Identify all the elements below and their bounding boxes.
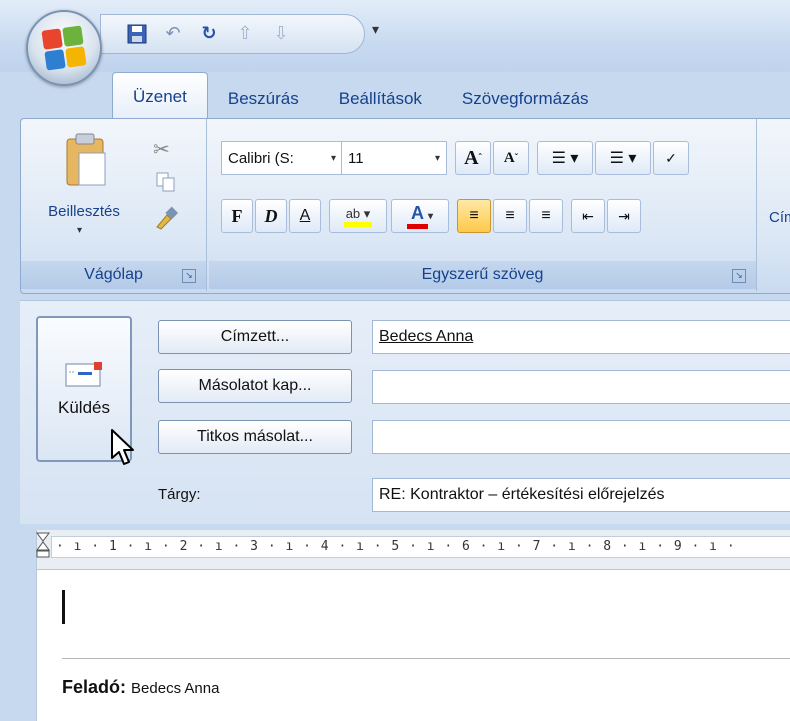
to-button[interactable]: Címzett... (158, 320, 352, 354)
font-color-icon: A (406, 203, 428, 229)
envelope-icon (65, 362, 102, 387)
basic-text-launcher-icon[interactable]: ↘ (732, 269, 746, 283)
subject-label: Tárgy: (158, 486, 201, 503)
undo-icon[interactable]: ↶ (161, 22, 185, 46)
bcc-button[interactable]: Titkos másolat... (158, 420, 352, 454)
message-body[interactable] (36, 570, 790, 721)
cc-button[interactable]: Másolatot kap... (158, 369, 352, 403)
tab-stop-icon[interactable] (36, 532, 50, 560)
bold-button[interactable]: F (221, 199, 253, 233)
underline-button[interactable]: A (289, 199, 321, 233)
quick-access-toolbar: ↶ ↻ ⇧ ⇩ (100, 14, 365, 54)
italic-button[interactable]: D (255, 199, 287, 233)
clipboard-icon[interactable] (61, 131, 111, 189)
scissors-icon[interactable]: ✂ (153, 137, 170, 161)
ruler[interactable]: · ı · 1 · ı · 2 · ı · 3 · ı · 4 · ı · 5 … (36, 530, 790, 570)
numbering-button[interactable]: ☰ ▾ (595, 141, 651, 175)
ruler-ticks: · ı · 1 · ı · 2 · ı · 3 · ı · 4 · ı · 5 … (56, 539, 736, 554)
align-left-button[interactable]: ≡ (457, 199, 491, 233)
bullets-icon: ☰ ▾ (551, 150, 579, 167)
increase-indent-button[interactable]: ⇥ (607, 199, 641, 233)
highlighter-icon: ab ▾ (343, 206, 373, 227)
basic-text-group: Calibri (S: ▾ 11 ▾ Aˆ Aˇ ☰ ▾ ☰ ▾ ✓ F D A… (209, 119, 757, 291)
paste-label[interactable]: Beillesztés (21, 203, 147, 220)
grow-font-button[interactable]: Aˆ (455, 141, 491, 175)
subject-field[interactable]: RE: Kontraktor – értékesítési előrejelzé… (372, 478, 790, 512)
office-button[interactable] (26, 10, 102, 86)
decrease-indent-button[interactable]: ⇤ (571, 199, 605, 233)
send-label: Küldés (58, 398, 110, 417)
to-field[interactable]: Bedecs Anna (372, 320, 790, 354)
clipboard-group-label: Vágólap (21, 261, 206, 289)
tab-szovegformazas[interactable]: Szövegformázás (442, 78, 609, 120)
align-left-icon: ≡ (469, 207, 479, 224)
format-painter-icon[interactable] (153, 205, 179, 231)
cc-field[interactable] (372, 370, 790, 404)
bcc-field[interactable] (372, 420, 790, 454)
tab-uzenet[interactable]: Üzenet (112, 72, 208, 120)
spelling-button[interactable]: ✓ (653, 141, 689, 175)
down-arrow-icon[interactable]: ⇩ (269, 22, 293, 46)
ribbon-tabs: Üzenet Beszúrás Beállítások Szövegformáz… (112, 72, 609, 120)
clipboard-launcher-icon[interactable]: ↘ (182, 269, 196, 283)
qat-customize-icon[interactable]: ▾ (372, 22, 379, 38)
decrease-indent-icon: ⇤ (582, 207, 594, 224)
tab-beallitasok[interactable]: Beállítások (319, 78, 442, 120)
font-color-button[interactable]: A ▾ (391, 199, 449, 233)
up-arrow-icon[interactable]: ⇧ (233, 22, 257, 46)
copy-icon[interactable] (155, 171, 177, 193)
font-size-value: 11 (348, 149, 364, 167)
clipboard-group: Beillesztés ▾ ✂ Vágólap ↘ (21, 119, 207, 291)
font-name-value: Calibri (S: (228, 149, 294, 167)
numbering-icon: ☰ ▾ (609, 150, 637, 167)
from-label: Feladó: (62, 677, 127, 697)
tab-beszuras[interactable]: Beszúrás (208, 78, 319, 120)
ribbon: Beillesztés ▾ ✂ Vágólap ↘ Calibri (S: ▾ … (20, 118, 790, 294)
highlight-button[interactable]: ab ▾ (329, 199, 387, 233)
chevron-down-icon: ▾ (330, 152, 336, 164)
redo-icon[interactable]: ↻ (197, 22, 221, 46)
chevron-down-icon: ▾ (434, 152, 440, 164)
save-icon[interactable] (125, 22, 149, 46)
spelling-icon: ✓ (665, 149, 677, 166)
from-line: Feladó: Bedecs Anna (62, 677, 219, 698)
recipient-name[interactable]: Bedecs Anna (379, 328, 473, 346)
from-value: Bedecs Anna (131, 680, 220, 697)
align-right-button[interactable]: ≡ (529, 199, 563, 233)
bullets-button[interactable]: ☰ ▾ (537, 141, 593, 175)
align-center-icon: ≡ (505, 207, 515, 224)
align-right-icon: ≡ (541, 207, 551, 224)
ruler-scale: · ı · 1 · ı · 2 · ı · 3 · ı · 4 · ı · 5 … (51, 536, 790, 558)
font-name-dropdown[interactable]: Calibri (S: ▾ (221, 141, 343, 175)
office-logo-icon (41, 25, 87, 71)
names-group-partial-label[interactable]: Cím (769, 209, 790, 226)
font-size-dropdown[interactable]: 11 ▾ (341, 141, 447, 175)
paste-dropdown-icon[interactable]: ▾ (77, 225, 82, 236)
reply-separator (62, 658, 790, 659)
text-cursor (62, 590, 65, 624)
shrink-font-button[interactable]: Aˇ (493, 141, 529, 175)
align-center-button[interactable]: ≡ (493, 199, 527, 233)
mouse-pointer-icon (111, 429, 134, 465)
basic-text-group-label: Egyszerű szöveg (209, 261, 756, 289)
increase-indent-icon: ⇥ (618, 207, 630, 224)
